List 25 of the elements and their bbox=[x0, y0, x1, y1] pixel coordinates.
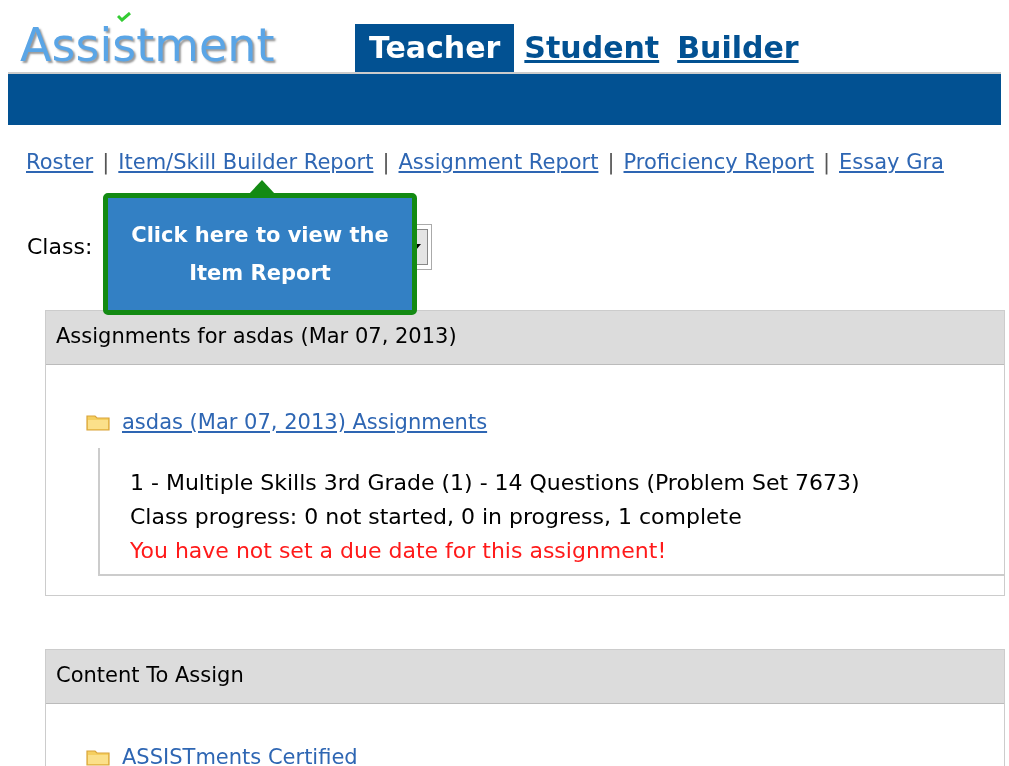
nav-tab[interactable]: Teacher bbox=[355, 24, 515, 72]
folder-link[interactable]: asdas (Mar 07, 2013) Assignments bbox=[122, 406, 488, 438]
nav-tab[interactable]: Builder bbox=[669, 24, 807, 72]
nav-link[interactable]: Proficiency Report bbox=[623, 147, 814, 179]
panel-title: Assignments for asdas (Mar 07, 2013) bbox=[56, 323, 457, 351]
nav-link[interactable]: Roster bbox=[26, 147, 94, 179]
nav-link[interactable]: Assignment Report bbox=[398, 147, 599, 179]
assignment-text: Class progress: 0 not started, 0 in progress, 1 complete bbox=[130, 503, 743, 531]
nav-link[interactable]: Item/Skill Builder Report bbox=[118, 147, 374, 179]
folder-icon bbox=[86, 748, 110, 766]
panel-title: Content To Assign bbox=[56, 662, 244, 690]
assignment-text: 1 - Multiple Skills 3rd Grade (1) - 14 Questions (Problem Set 7673) bbox=[130, 469, 861, 497]
checkmark-icon bbox=[117, 12, 131, 22]
logo: Assistment bbox=[20, 23, 275, 67]
folder-link[interactable]: ASSISTments Certified bbox=[122, 741, 358, 766]
separator: | bbox=[102, 149, 110, 177]
nav-link[interactable]: Essay Gra bbox=[839, 147, 944, 179]
tooltip-text: Click here to view the Item Report bbox=[130, 222, 390, 287]
class-label: Class: bbox=[27, 233, 93, 261]
separator: | bbox=[822, 149, 830, 177]
nav-tab[interactable]: Student bbox=[516, 24, 668, 72]
warning-text: You have not set a due date for this assignment! bbox=[130, 537, 668, 565]
folder-icon bbox=[86, 413, 110, 432]
separator: | bbox=[382, 149, 390, 177]
separator: | bbox=[607, 149, 615, 177]
